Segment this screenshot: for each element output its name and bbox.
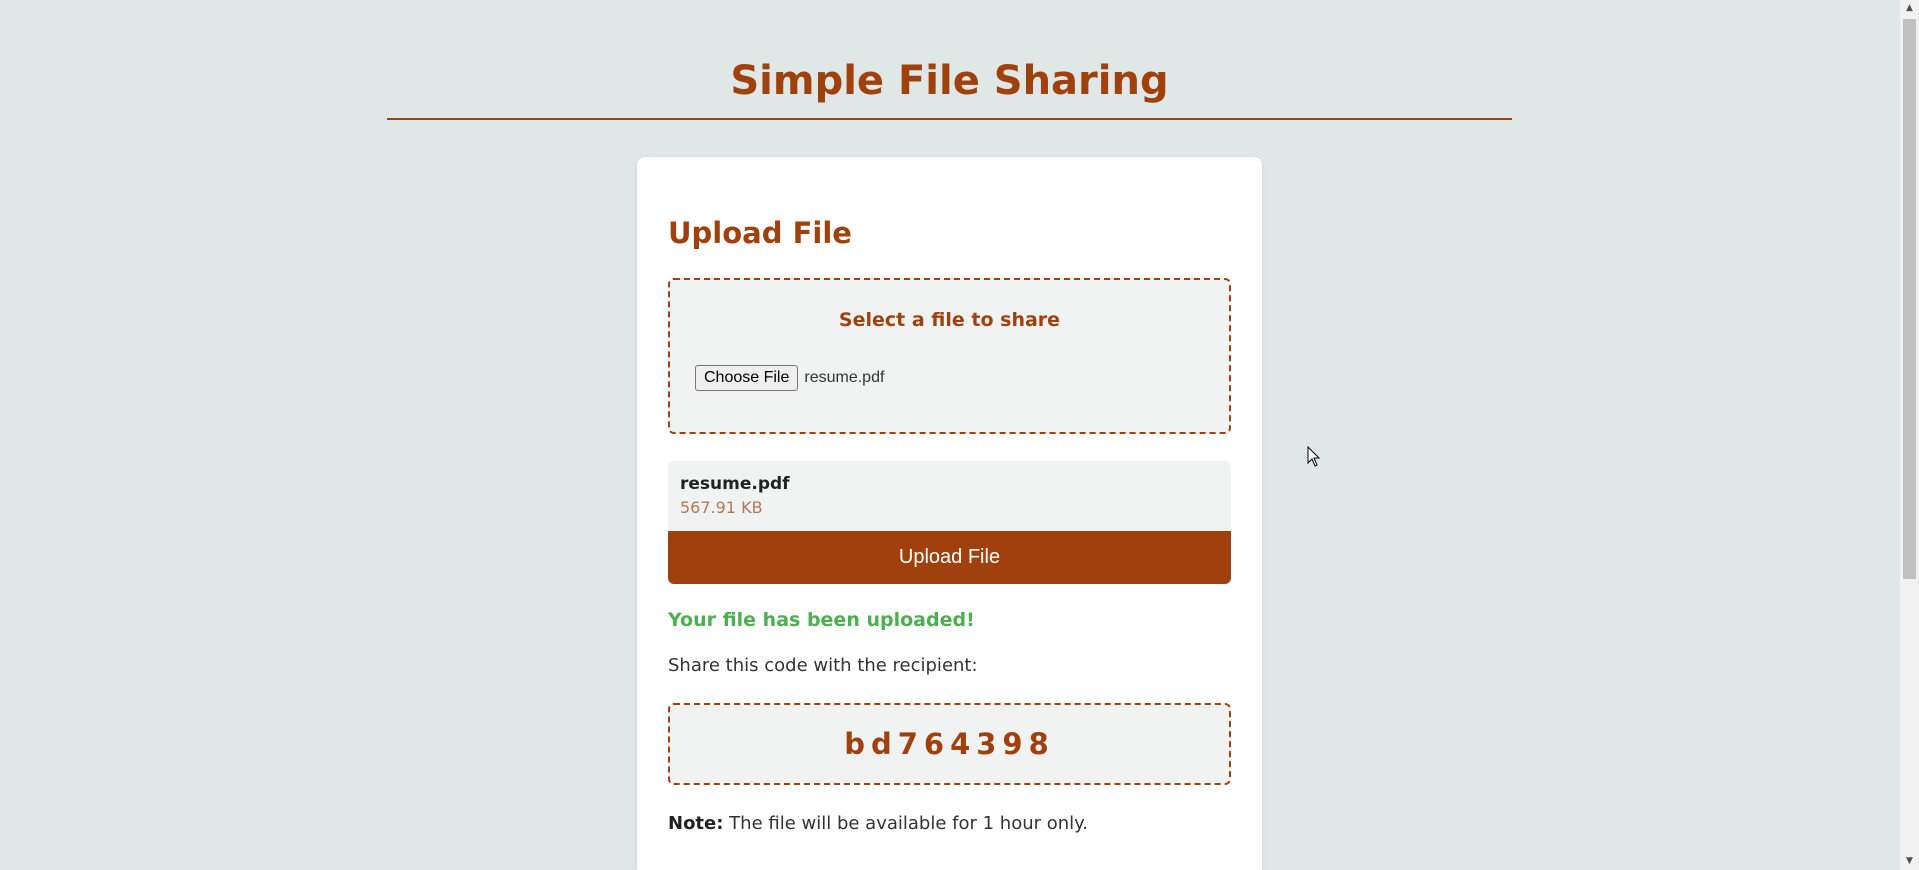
scroll-down-arrow-icon[interactable]: ▼ <box>1900 853 1919 870</box>
upload-section-title: Upload File <box>668 216 852 250</box>
site-header: Simple File Sharing <box>387 55 1512 120</box>
vertical-scrollbar[interactable]: ▲ ▼ <box>1900 0 1919 870</box>
scroll-up-arrow-icon[interactable]: ▲ <box>1900 0 1919 17</box>
site-title: Simple File Sharing <box>730 58 1169 104</box>
note-text: The file will be available for 1 hour on… <box>723 813 1088 834</box>
share-code-label: Share this code with the recipient: <box>668 655 978 676</box>
upload-card: Upload File Select a file to share Choos… <box>637 157 1262 870</box>
page: Simple File Sharing Upload File Select a… <box>0 0 1900 870</box>
note-label: Note: <box>668 813 724 834</box>
selected-file-info: resume.pdf 567.91 KB <box>668 461 1231 531</box>
scrollbar-thumb[interactable] <box>1903 19 1916 579</box>
mouse-pointer-icon <box>1307 446 1321 467</box>
choose-file-button[interactable]: Choose File <box>695 365 799 391</box>
chosen-file-name: resume.pdf <box>804 369 885 386</box>
upload-success-message: Your file has been uploaded! <box>668 609 975 631</box>
file-dropzone[interactable]: Select a file to share Choose File resum… <box>668 278 1231 434</box>
selected-file-size: 567.91 KB <box>680 498 763 517</box>
share-code[interactable]: bd764398 <box>844 727 1055 761</box>
file-input[interactable]: Choose File resume.pdf <box>695 364 884 392</box>
upload-file-button[interactable]: Upload File <box>668 531 1231 584</box>
selected-file-name: resume.pdf <box>680 474 790 494</box>
availability-note: Note: The file will be available for 1 h… <box>668 811 1088 837</box>
dropzone-label: Select a file to share <box>838 309 1061 331</box>
share-code-box[interactable]: bd764398 <box>668 703 1231 785</box>
